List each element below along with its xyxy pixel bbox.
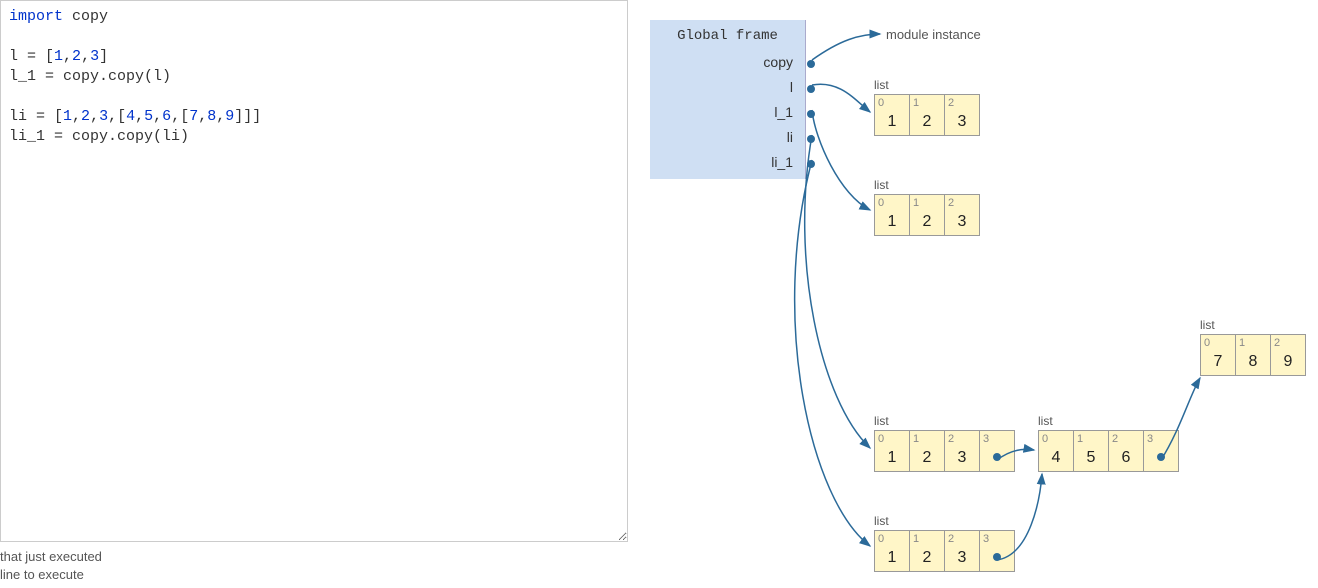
code-line-blank-2 [9,87,619,107]
list-cell: 23 [944,430,980,472]
list-cell: 12 [909,430,945,472]
frame-var-copy: copy [650,50,805,75]
heap-list-li: 01 12 23 3 [874,430,1015,472]
heap-list-li1: 01 12 23 3 [874,530,1015,572]
code-line-3: l = [1,2,3] [9,47,619,67]
list-type-label: list [874,178,889,192]
list-cell: 29 [1270,334,1306,376]
code-line-6: li = [1,2,3,[4,5,6,[7,8,9]]] [9,107,619,127]
frame-var-li: li [650,125,805,150]
list-cell: 23 [944,94,980,136]
list-cell: 01 [874,94,910,136]
code-line-4: l_1 = copy.copy(l) [9,67,619,87]
list-type-label: list [1038,414,1053,428]
heap-list-inner1: 04 15 26 3 [1038,430,1179,472]
code-line-1: import copy [9,7,619,27]
list-cell: 15 [1073,430,1109,472]
pointer-dot [807,135,815,143]
list-type-label: list [1200,318,1215,332]
list-cell: 04 [1038,430,1074,472]
pointer-dot [993,453,1001,461]
list-cell: 18 [1235,334,1271,376]
heap-list-l1: 01 12 23 [874,194,980,236]
code-line-7: li_1 = copy.copy(li) [9,127,619,147]
frame-var-l1: l_1 [650,100,805,125]
list-cell: 3 [979,530,1015,572]
frame-var-li1: li_1 [650,150,805,175]
frame-title: Global frame [650,24,805,50]
heap-list-l: 01 12 23 [874,94,980,136]
list-cell: 3 [979,430,1015,472]
pointer-dot [1157,453,1165,461]
list-type-label: list [874,78,889,92]
execution-legend: that just executed line to execute [0,548,102,584]
pointer-dot [807,110,815,118]
legend-next-line: line to execute [0,566,102,584]
pointer-dot [993,553,1001,561]
code-line-blank-1 [9,27,619,47]
pointer-dot [807,160,815,168]
legend-just-executed: that just executed [0,548,102,566]
list-cell: 01 [874,194,910,236]
list-cell: 01 [874,530,910,572]
list-cell: 12 [909,94,945,136]
list-cell: 26 [1108,430,1144,472]
module-instance-label: module instance [886,27,981,42]
list-cell: 07 [1200,334,1236,376]
code-editor[interactable]: import copy l = [1,2,3] l_1 = copy.copy(… [0,0,628,542]
list-cell: 3 [1143,430,1179,472]
list-cell: 01 [874,430,910,472]
pointer-dot [807,60,815,68]
list-type-label: list [874,514,889,528]
heap-list-inner2: 07 18 29 [1200,334,1306,376]
global-frame: Global frame copy l l_1 li li_1 [650,20,806,179]
pointer-dot [807,85,815,93]
list-cell: 23 [944,194,980,236]
list-type-label: list [874,414,889,428]
frame-var-l: l [650,75,805,100]
list-cell: 12 [909,530,945,572]
list-cell: 12 [909,194,945,236]
list-cell: 23 [944,530,980,572]
